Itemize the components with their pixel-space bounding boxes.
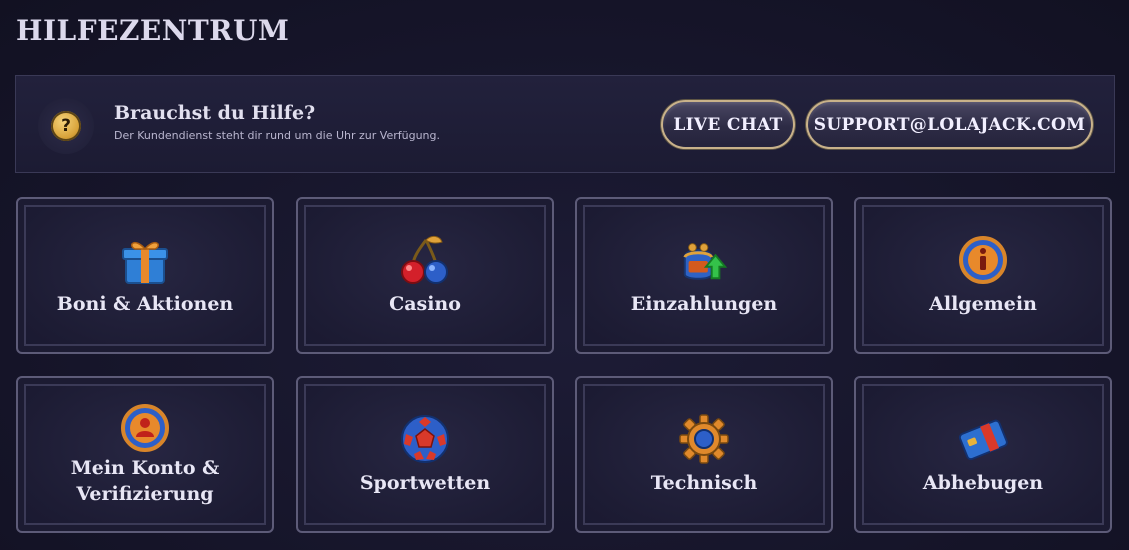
support-email-button[interactable]: SUPPORT@LOLAJACK.COM (806, 100, 1093, 149)
tile-label: Casino (389, 292, 461, 315)
category-tile-technisch[interactable]: Technisch (575, 376, 833, 533)
tile-label: Mein Konto & Verifizierung (70, 456, 220, 505)
tile-label: Technisch (650, 471, 758, 494)
tile-label: Allgemein (929, 292, 1037, 315)
tile-label: Sportwetten (359, 471, 491, 494)
tile-label: Boni & Aktionen (56, 292, 234, 315)
question-mark-icon: ? (51, 111, 81, 141)
help-icon-wrap: ? (38, 98, 94, 154)
info-icon (958, 235, 1008, 285)
tile-label: Abhebugen (922, 471, 1044, 494)
help-title: Brauchst du Hilfe? (114, 102, 316, 124)
coin-purse-arrow-icon (679, 235, 729, 285)
tile-label: Einzahlungen (630, 292, 778, 315)
credit-card-icon (958, 414, 1008, 464)
gear-icon (679, 413, 729, 464)
live-chat-button[interactable]: LIVE CHAT (661, 100, 795, 149)
category-tile-konto[interactable]: Mein Konto & Verifizierung (16, 376, 274, 533)
cherries-icon (400, 235, 450, 285)
soccer-ball-icon (400, 414, 450, 464)
help-banner: ? Brauchst du Hilfe? Der Kundendienst st… (15, 75, 1115, 173)
category-tile-einzahlungen[interactable]: Einzahlungen (575, 197, 833, 354)
category-tile-abhebugen[interactable]: Abhebugen (854, 376, 1112, 533)
category-tile-sportwetten[interactable]: Sportwetten (296, 376, 554, 533)
category-tile-allgemein[interactable]: Allgemein (854, 197, 1112, 354)
help-subtitle: Der Kundendienst steht dir rund um die U… (114, 129, 441, 142)
user-profile-icon (120, 403, 170, 453)
category-tile-casino[interactable]: Casino (296, 197, 554, 354)
gift-box-icon (120, 235, 170, 285)
page-title: HILFEZENTRUM (16, 14, 290, 47)
category-tile-boni[interactable]: Boni & Aktionen (16, 197, 274, 354)
